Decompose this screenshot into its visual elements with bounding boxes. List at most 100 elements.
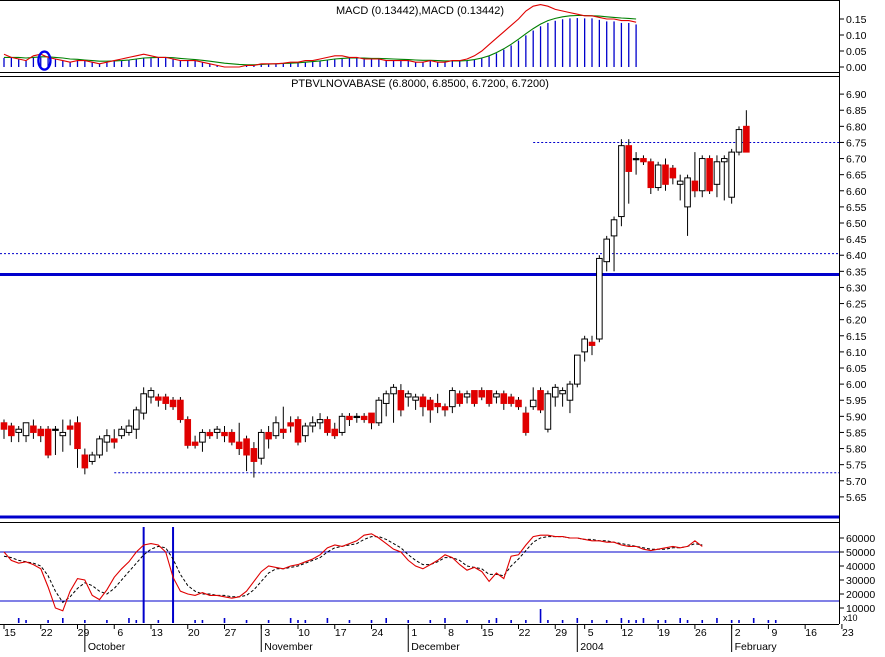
candle-body bbox=[338, 415, 346, 433]
candle bbox=[375, 397, 383, 426]
candle-body bbox=[632, 158, 640, 161]
x-day-tick-label: 17 bbox=[335, 627, 347, 639]
price-title: PTBVLNOVABASE (6.8000, 6.8500, 6.7200, 6… bbox=[291, 78, 549, 90]
x-day-tick-label: 23 bbox=[842, 627, 854, 639]
candle-body bbox=[155, 396, 162, 401]
price-axis-tick-label: 6.65 bbox=[846, 170, 867, 182]
candle-body bbox=[66, 425, 74, 430]
candle-body bbox=[676, 180, 684, 185]
candle-body bbox=[52, 428, 59, 431]
candle-body bbox=[419, 396, 427, 408]
price-axis-tick-label: 5.80 bbox=[846, 444, 867, 456]
candle-body bbox=[30, 425, 37, 433]
x-day-tick-label: 26 bbox=[695, 627, 707, 639]
candle-body bbox=[713, 161, 721, 185]
price-axis-tick-label: 5.75 bbox=[846, 460, 867, 472]
x-day-tick-label: 1 bbox=[411, 627, 417, 639]
price-axis-tick-label: 5.70 bbox=[846, 476, 867, 488]
price-axis-tick-label: 6.45 bbox=[846, 234, 867, 246]
x-day-tick-label: 22 bbox=[41, 627, 53, 639]
candle-body bbox=[228, 431, 236, 443]
candle-body bbox=[213, 428, 221, 433]
candle-body bbox=[537, 390, 544, 411]
candle bbox=[706, 155, 713, 194]
x-day-tick-label: 5 bbox=[588, 627, 594, 639]
candle-body bbox=[551, 386, 559, 398]
candle-body bbox=[529, 399, 537, 408]
candle-body bbox=[544, 393, 552, 430]
macd-axis-tick-label: 0.10 bbox=[846, 30, 867, 42]
candle bbox=[537, 387, 544, 414]
price-axis-tick-label: 6.85 bbox=[846, 105, 867, 117]
candle-body bbox=[81, 454, 89, 469]
candle-body bbox=[456, 393, 463, 404]
candle-body bbox=[603, 238, 611, 263]
candle-body bbox=[257, 431, 265, 459]
candle bbox=[44, 426, 52, 459]
candle bbox=[324, 416, 331, 436]
candle-body bbox=[147, 390, 155, 398]
candle-body bbox=[691, 180, 699, 192]
candle-body bbox=[184, 419, 192, 446]
candle-body bbox=[581, 338, 588, 353]
candle-body bbox=[103, 435, 111, 443]
volume-axis-tick-label: 20000 bbox=[846, 589, 875, 601]
macd-axis-tick-label: 0.00 bbox=[846, 62, 867, 74]
candle bbox=[338, 413, 346, 436]
candle-body bbox=[684, 177, 691, 208]
candle-body bbox=[0, 422, 8, 430]
candle-body bbox=[37, 428, 45, 437]
candle-body bbox=[493, 393, 500, 398]
price-axis-tick-label: 6.75 bbox=[846, 137, 867, 149]
candle-body bbox=[654, 164, 662, 189]
candle-body bbox=[169, 399, 177, 408]
candle-body bbox=[287, 422, 294, 427]
candle-body bbox=[412, 396, 419, 401]
candle-body bbox=[471, 390, 478, 404]
candle-body bbox=[133, 409, 140, 430]
candle-body bbox=[706, 158, 713, 192]
candle-body bbox=[441, 406, 449, 411]
x-day-tick-label: 8 bbox=[448, 627, 454, 639]
x-day-tick-label: 22 bbox=[519, 627, 531, 639]
candle-body bbox=[390, 386, 397, 395]
candle bbox=[184, 416, 192, 449]
candle-body bbox=[74, 422, 81, 450]
candle-body bbox=[662, 164, 669, 185]
x-month-label: February bbox=[735, 641, 778, 652]
candle bbox=[618, 139, 625, 227]
price-axis-tick-label: 6.30 bbox=[846, 282, 867, 294]
price-axis-tick-label: 6.10 bbox=[846, 347, 867, 359]
candle-body bbox=[625, 145, 633, 172]
candle-body bbox=[427, 399, 434, 411]
x-day-tick-label: 27 bbox=[225, 627, 237, 639]
candle-body bbox=[88, 454, 96, 462]
candle-body bbox=[647, 161, 655, 189]
price-axis-tick-label: 6.25 bbox=[846, 299, 867, 311]
candle-body bbox=[463, 393, 471, 398]
candle-body bbox=[206, 431, 214, 437]
candle-body bbox=[360, 415, 368, 421]
candle-body bbox=[302, 425, 309, 437]
x-month-label: November bbox=[264, 641, 313, 652]
candle bbox=[728, 148, 735, 204]
candle-body bbox=[191, 441, 199, 446]
volume-axis-tick-label: 30000 bbox=[846, 575, 875, 587]
candle-body bbox=[309, 422, 316, 427]
price-axis-tick-label: 5.85 bbox=[846, 427, 867, 439]
macd-title: MACD (0.13442),MACD (0.13442) bbox=[336, 5, 504, 17]
candle bbox=[735, 126, 743, 156]
x-day-tick-label: 9 bbox=[771, 627, 777, 639]
price-axis-tick-label: 6.20 bbox=[846, 315, 867, 327]
macd-axis-tick-label: 0.15 bbox=[846, 14, 867, 26]
x-month-label: October bbox=[88, 641, 126, 652]
price-axis-tick-label: 6.70 bbox=[846, 154, 867, 166]
price-axis-tick-label: 6.40 bbox=[846, 250, 867, 262]
candle-body bbox=[610, 219, 618, 237]
volume-axis-tick-label: 60000 bbox=[846, 533, 875, 545]
x-day-tick-label: 29 bbox=[555, 627, 567, 639]
candle-body bbox=[728, 151, 735, 198]
candle-body bbox=[316, 419, 324, 424]
candle-body bbox=[162, 396, 169, 404]
x-day-tick-label: 13 bbox=[151, 627, 163, 639]
